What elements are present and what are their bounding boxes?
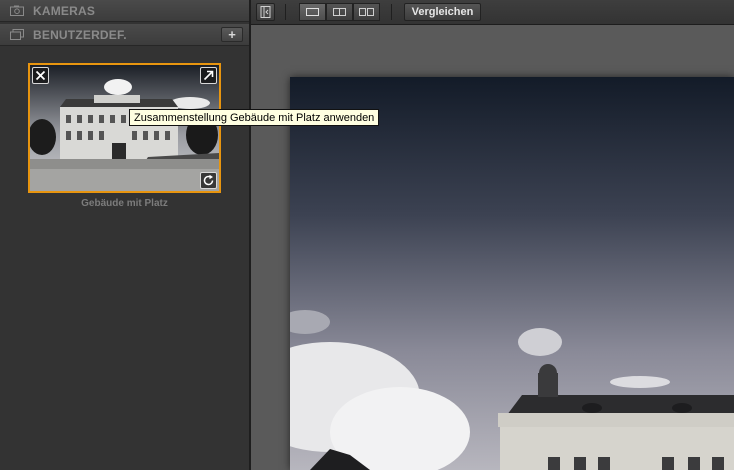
expand-arrow-icon [203,70,214,81]
preset-tooltip: Zusammenstellung Gebäude mit Platz anwen… [129,109,380,126]
building-photo [290,77,734,470]
preset-label: Gebäude mit Platz [81,198,168,209]
open-preset-button[interactable] [200,67,217,84]
panel-toggle-icon [260,6,271,18]
user-presets-icon [10,29,24,40]
image-canvas[interactable] [251,25,734,470]
close-icon [35,70,46,81]
add-preset-button[interactable]: + [221,27,243,42]
single-view-button[interactable] [299,3,326,21]
compare-button[interactable]: Vergleichen [404,3,481,21]
view-mode-group [299,3,381,21]
split-view-icon [333,8,346,16]
refresh-icon [203,174,214,186]
side-by-side-view-button[interactable] [353,3,380,21]
building-thumbnail-image [30,65,219,191]
main-photo [290,77,734,470]
camera-icon [10,5,24,16]
section-label-kameras: KAMERAS [33,4,96,18]
toolbar: Vergleichen [251,0,734,25]
toolbar-separator [285,4,286,20]
section-kameras[interactable]: KAMERAS [0,0,249,22]
remove-preset-button[interactable] [32,67,49,84]
apply-preset-button[interactable] [200,172,217,189]
toolbar-separator [391,4,392,20]
left-panel: KAMERAS BENUTZERDEF. + Gebäude mit Platz [0,0,249,470]
split-view-button[interactable] [326,3,353,21]
side-by-side-view-icon [359,8,374,16]
section-benutzerdef[interactable]: BENUTZERDEF. + [0,24,249,46]
preset-thumbnail[interactable] [28,63,221,193]
toggle-panel-button[interactable] [256,3,275,21]
single-view-icon [306,8,319,16]
section-label-benutzerdef: BENUTZERDEF. [33,28,127,42]
